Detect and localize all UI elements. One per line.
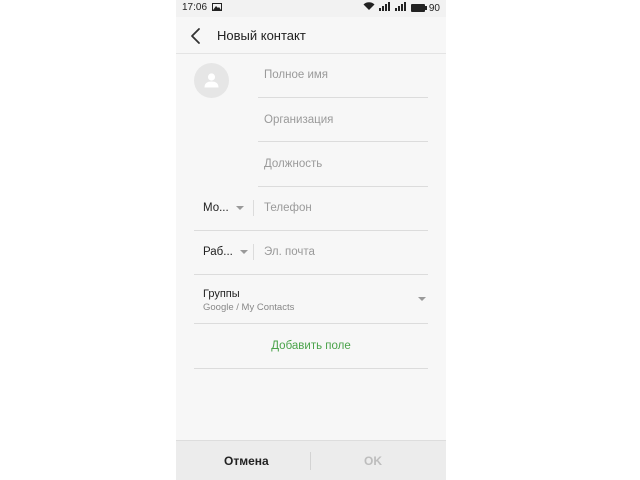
image-icon	[212, 3, 222, 14]
field-separator	[253, 244, 254, 260]
bottom-action-bar: Отмена OK	[176, 440, 446, 480]
battery-icon	[410, 4, 427, 12]
divider	[194, 274, 428, 275]
back-arrow-icon[interactable]	[188, 26, 206, 46]
divider	[194, 368, 428, 369]
divider	[258, 97, 428, 98]
signal-icon	[394, 2, 407, 14]
divider	[194, 323, 428, 324]
status-bar: 17:06 90	[176, 0, 446, 17]
page-title: Новый контакт	[217, 28, 306, 43]
battery-level: 90	[428, 2, 440, 14]
phone-input[interactable]: Телефон	[264, 202, 312, 214]
divider	[258, 186, 428, 187]
full-name-input[interactable]: Полное имя	[264, 69, 328, 81]
button-separator	[310, 452, 311, 470]
divider	[194, 230, 428, 231]
cancel-button[interactable]: Отмена	[224, 454, 269, 468]
position-input[interactable]: Должность	[264, 158, 322, 170]
email-type-select[interactable]: Раб...	[203, 246, 248, 258]
status-time: 17:06	[182, 2, 208, 13]
ok-button[interactable]: OK	[364, 454, 382, 468]
organization-input[interactable]: Организация	[264, 114, 333, 126]
phone-screen: 17:06 90 Новый контакт Полное имя Органи…	[176, 0, 446, 480]
chevron-down-icon	[239, 250, 248, 254]
phone-type-select[interactable]: Мо...	[203, 202, 244, 214]
field-separator	[253, 200, 254, 216]
groups-label: Группы	[203, 288, 240, 300]
email-input[interactable]: Эл. почта	[264, 246, 315, 258]
groups-value: Google / My Contacts	[203, 302, 295, 313]
wifi-icon	[363, 2, 375, 14]
email-type-value: Раб...	[203, 246, 233, 258]
divider	[258, 141, 428, 142]
person-icon	[204, 73, 219, 88]
add-field-button[interactable]: Добавить поле	[176, 340, 446, 352]
chevron-down-icon	[418, 297, 426, 301]
phone-type-value: Мо...	[203, 202, 229, 214]
contact-photo[interactable]	[194, 63, 229, 98]
app-header: Новый контакт	[176, 17, 446, 54]
chevron-down-icon	[235, 206, 244, 210]
signal-icon	[378, 2, 391, 14]
